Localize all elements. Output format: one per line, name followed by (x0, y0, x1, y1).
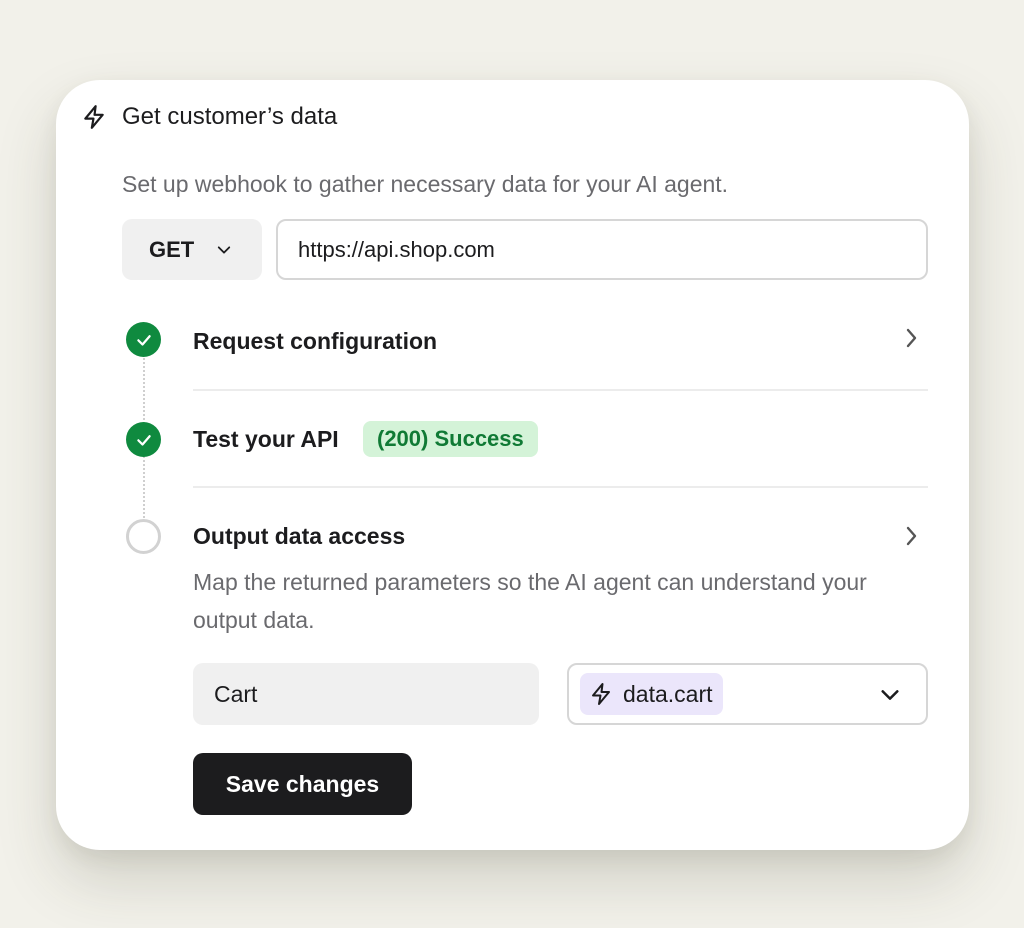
parameter-name-input[interactable] (193, 663, 539, 725)
divider (193, 389, 928, 391)
divider (193, 486, 928, 488)
step-pending-indicator (126, 519, 161, 554)
step-test-api[interactable]: Test your API (193, 424, 339, 454)
card-title: Get customer’s data (122, 103, 338, 130)
method-label: GET (149, 236, 195, 262)
step-complete-indicator (126, 422, 161, 457)
chevron-down-icon (218, 245, 231, 254)
lightning-icon (592, 683, 610, 705)
step-connector (143, 456, 145, 522)
url-input[interactable] (276, 219, 928, 280)
variable-chip: data.cart (580, 673, 723, 715)
check-icon (136, 334, 151, 346)
check-icon (136, 434, 151, 446)
step-output-data-access[interactable]: Output data access (193, 521, 405, 551)
step-request-configuration[interactable]: Request configuration (193, 326, 437, 356)
status-badge: (200) Success (363, 421, 538, 457)
variable-select[interactable]: data.cart (567, 663, 928, 725)
save-button[interactable]: Save changes (193, 753, 412, 815)
step-description: Map the returned parameters so the AI ag… (193, 569, 867, 633)
chevron-down-icon (881, 690, 899, 700)
step-complete-indicator (126, 322, 161, 357)
chevron-right-icon[interactable] (901, 524, 921, 548)
lightning-icon (84, 105, 104, 129)
variable-label: data.cart (623, 680, 713, 707)
step-connector (143, 358, 145, 424)
chevron-right-icon[interactable] (901, 326, 921, 350)
card-subtitle: Set up webhook to gather necessary data … (122, 171, 729, 197)
method-select[interactable]: GET (122, 219, 262, 280)
